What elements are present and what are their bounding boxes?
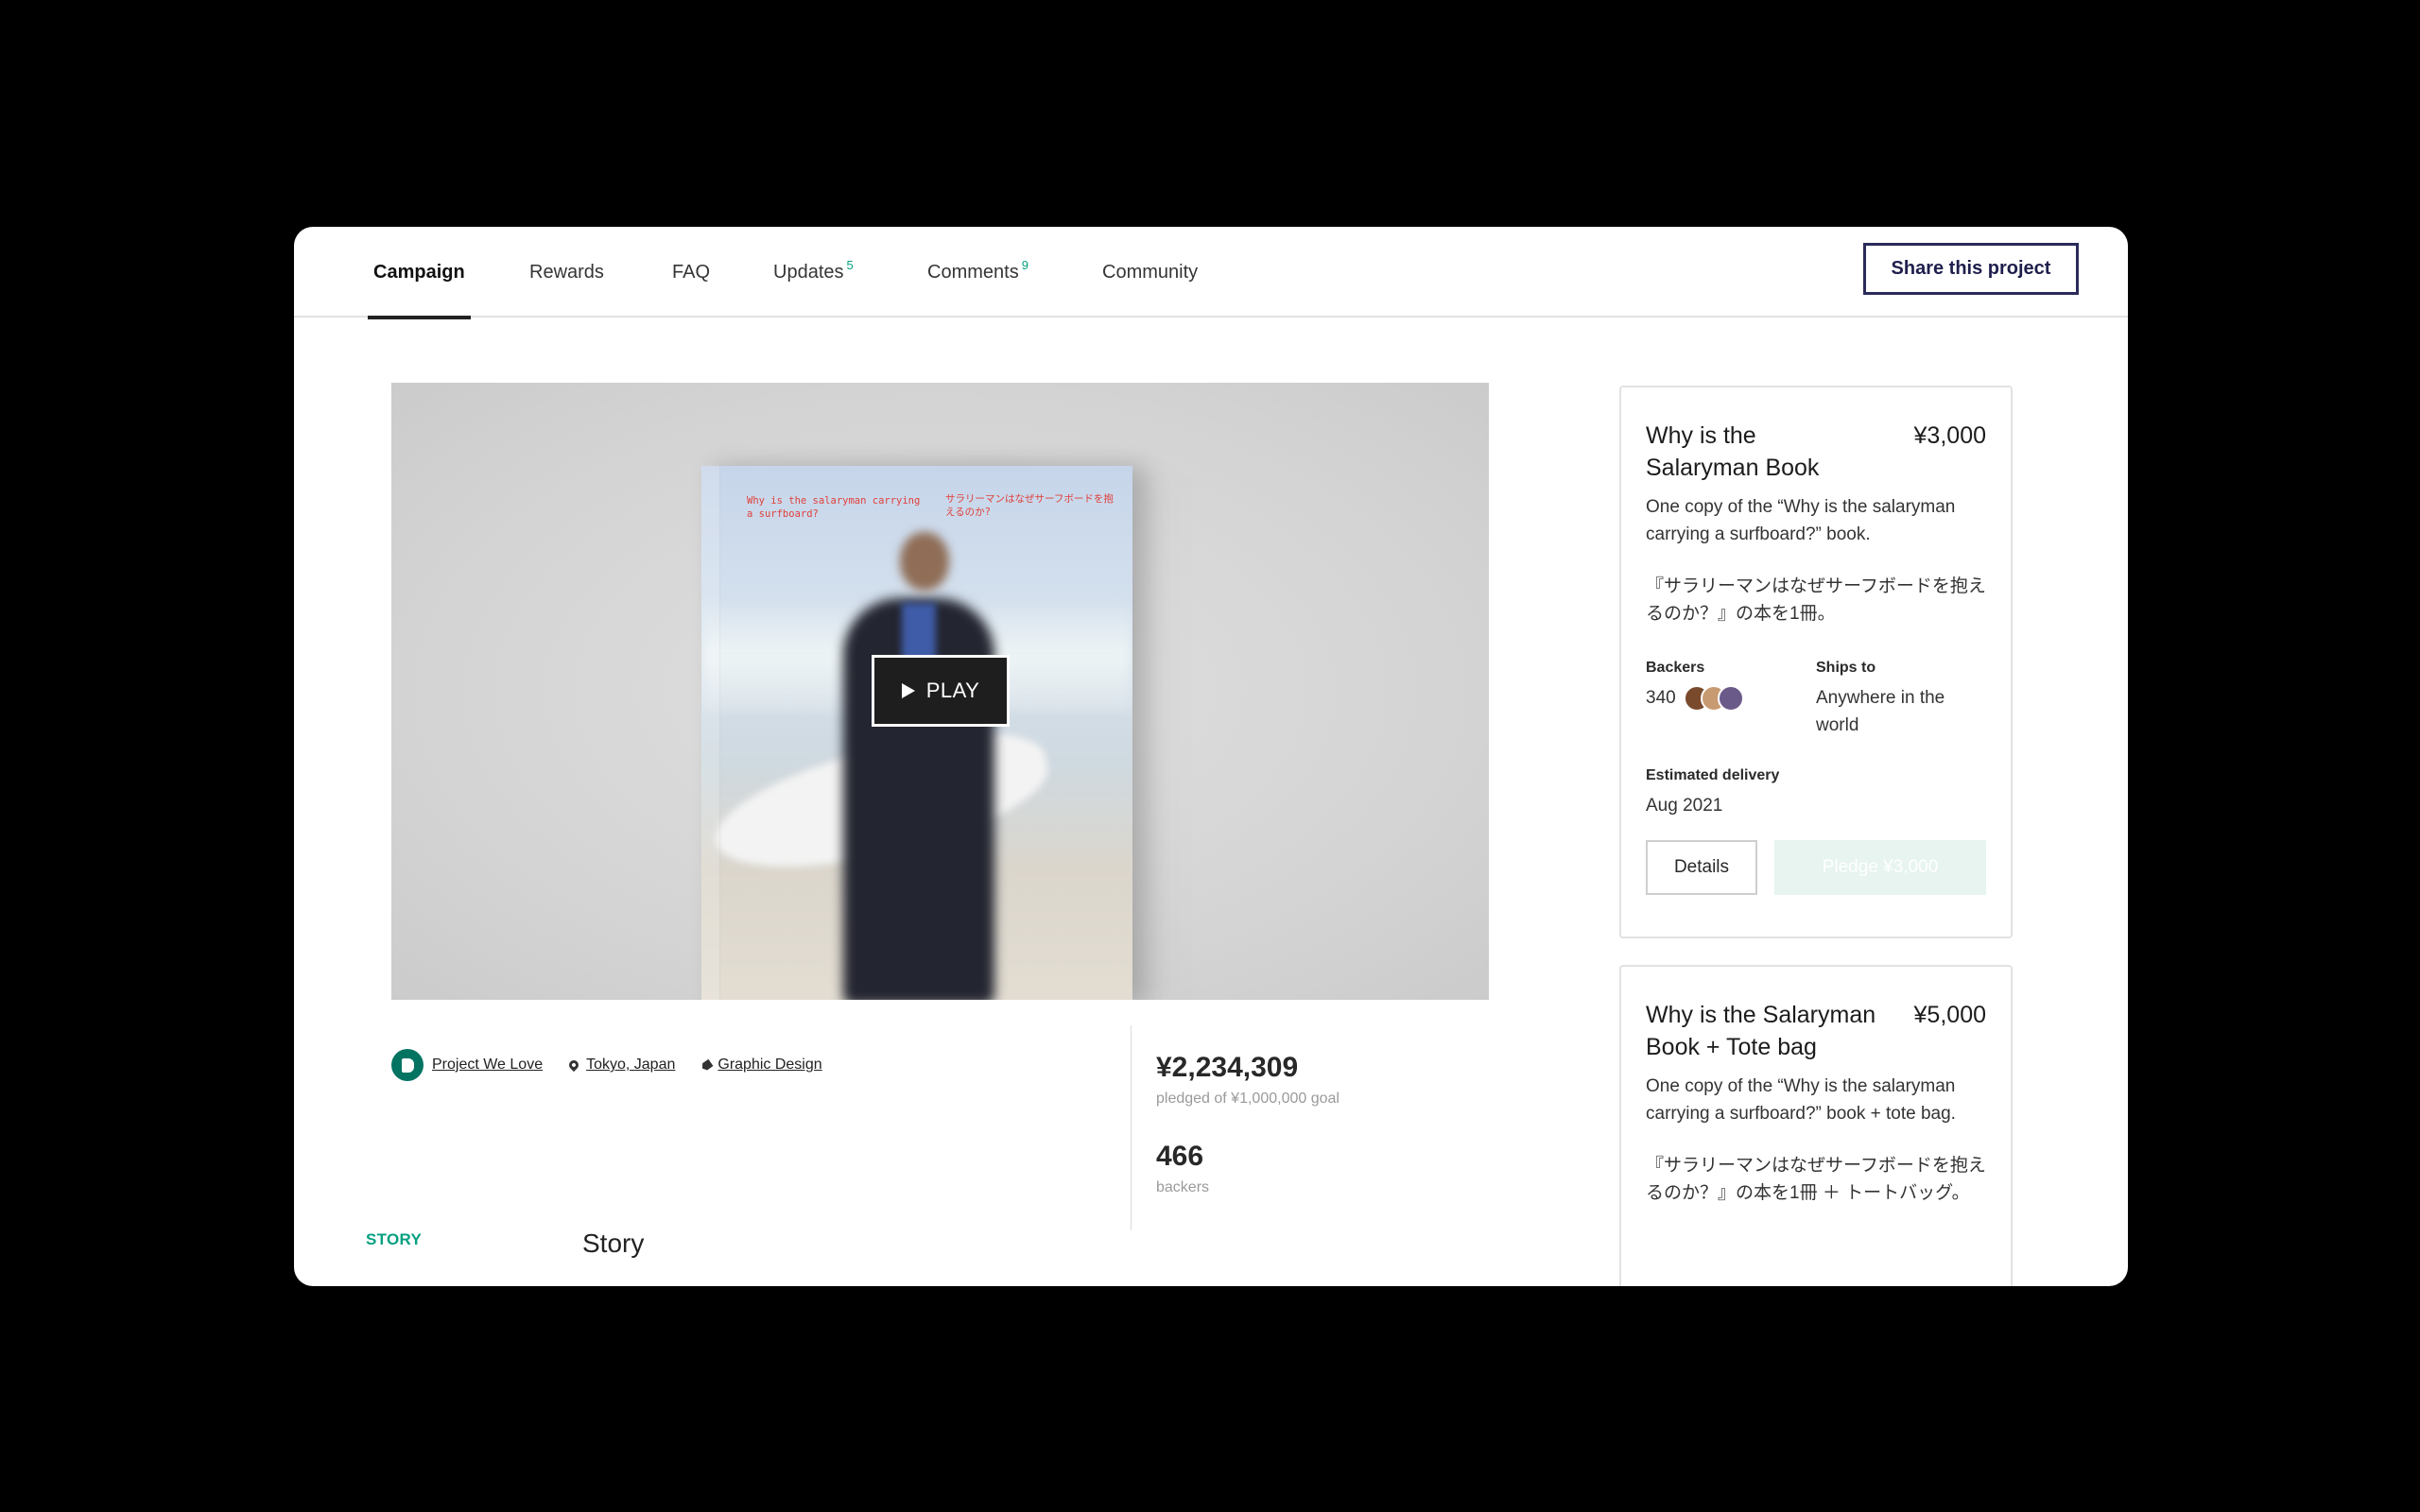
tab-label: Comments	[927, 261, 1019, 283]
category-label[interactable]: Graphic Design	[717, 1057, 821, 1074]
tab-label: Rewards	[529, 261, 604, 283]
reward-card[interactable]: Why is the Salaryman Book ¥3,000 One cop…	[1619, 386, 2013, 938]
campaign-window: Campaign Rewards FAQ Updates 5 Comments …	[294, 227, 2128, 1286]
kickstarter-badge-icon	[391, 1049, 424, 1081]
tab-comments[interactable]: Comments 9	[927, 227, 1028, 318]
reward-description: One copy of the “Why is the salaryman ca…	[1646, 497, 1956, 544]
book-spine	[701, 466, 720, 1000]
location-link[interactable]: Tokyo, Japan	[567, 1057, 675, 1074]
book-cover-image: Why is the salaryman carrying a surfboar…	[701, 466, 1132, 1000]
stats-divider	[1131, 1025, 1132, 1230]
estimated-delivery-label: Estimated delivery	[1646, 767, 1780, 783]
book-cover-title-jp: サラリーマンはなぜサーフボードを抱えるのか?	[945, 493, 1114, 518]
reward-title: Why is the Salaryman Book	[1646, 422, 1820, 481]
tab-label: Campaign	[373, 261, 465, 283]
reward-price: ¥3,000	[1913, 422, 1986, 449]
tab-label: FAQ	[672, 261, 711, 283]
project-meta: Project We Love Tokyo, Japan Graphic Des…	[391, 1049, 849, 1081]
comments-count-badge: 9	[1021, 257, 1028, 272]
location-pin-icon	[567, 1057, 581, 1073]
ships-to-label: Ships to	[1816, 660, 1876, 676]
tab-label: Updates	[773, 261, 844, 283]
backers-count: 466	[1156, 1141, 1204, 1172]
reward-card[interactable]: Why is the Salaryman Book + Tote bag ¥5,…	[1619, 965, 2013, 1286]
updates-count-badge: 5	[846, 257, 854, 272]
reward-description-jp: 『サラリーマンはなぜサーフボードを抱えるのか？』の本を1冊 ＋ トートバッグ。	[1646, 1156, 1986, 1203]
play-video-button[interactable]: PLAY	[872, 655, 1010, 727]
project-we-love-label[interactable]: Project We Love	[432, 1057, 543, 1074]
ships-to-value: Anywhere in the world	[1816, 688, 1945, 735]
tab-updates[interactable]: Updates 5	[773, 227, 854, 318]
tab-campaign[interactable]: Campaign	[368, 227, 471, 319]
estimated-delivery-value: Aug 2021	[1646, 796, 1723, 816]
play-label: PLAY	[925, 679, 980, 702]
pledged-amount: ¥2,234,309	[1156, 1052, 1299, 1083]
project-video[interactable]: Why is the salaryman carrying a surfboar…	[391, 383, 1489, 1000]
reward-title: Why is the Salaryman Book + Tote bag	[1646, 1002, 1876, 1060]
campaign-nav: Campaign Rewards FAQ Updates 5 Comments …	[294, 227, 2128, 319]
tag-icon	[700, 1058, 714, 1072]
tab-rewards[interactable]: Rewards	[529, 227, 604, 318]
reward-description: One copy of the “Why is the salaryman ca…	[1646, 1076, 1956, 1124]
book-cover-title-en: Why is the salaryman carrying a surfboar…	[747, 495, 921, 520]
pledged-caption: pledged of ¥1,000,000 goal	[1156, 1091, 1340, 1107]
backer-avatars	[1683, 684, 1744, 712]
story-section-link[interactable]: STORY	[366, 1230, 422, 1249]
reward-description-jp: 『サラリーマンはなぜサーフボードを抱えるのか？』の本を1冊。	[1646, 576, 1986, 624]
backers-caption: backers	[1156, 1179, 1210, 1195]
details-button[interactable]: Details	[1646, 840, 1757, 895]
category-link[interactable]: Graphic Design	[700, 1057, 822, 1074]
salaryman-head	[900, 532, 949, 591]
share-project-button[interactable]: Share this project	[1863, 243, 2079, 295]
pledge-button[interactable]: Pledge ¥3,000	[1774, 840, 1986, 895]
tab-community[interactable]: Community	[1102, 227, 1198, 318]
tab-label: Community	[1102, 261, 1199, 283]
tab-faq[interactable]: FAQ	[672, 227, 710, 318]
play-icon	[901, 683, 915, 698]
backers-label: Backers	[1646, 660, 1705, 676]
reward-backers-count: 340	[1646, 688, 1676, 708]
project-we-love-link[interactable]: Project We Love	[391, 1049, 543, 1081]
avatar	[1717, 684, 1744, 712]
story-heading: Story	[582, 1228, 645, 1258]
location-label[interactable]: Tokyo, Japan	[586, 1057, 675, 1074]
reward-price: ¥5,000	[1913, 1002, 1986, 1028]
